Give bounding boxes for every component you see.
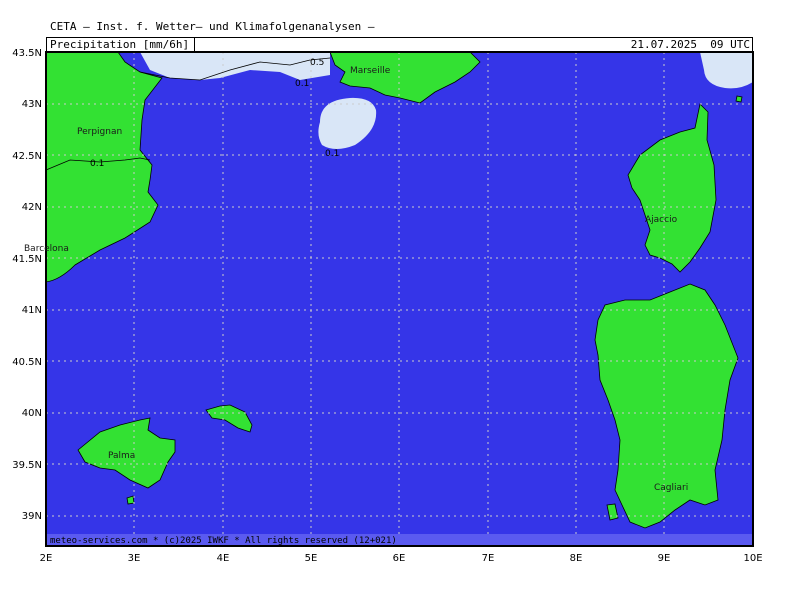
lat-tick-label: 41.5N xyxy=(12,254,42,265)
footer-copyright: meteo-services.com * (c)2025 IWKF * All … xyxy=(50,536,397,546)
lat-tick-label: 42.5N xyxy=(12,151,42,162)
lon-tick-labels: 2E 3E 4E 5E 6E 7E 8E 9E 10E xyxy=(40,553,763,564)
isoline-label: 0.1 xyxy=(295,79,309,89)
lon-tick-label: 6E xyxy=(393,553,406,564)
lat-tick-label: 41N xyxy=(22,305,42,316)
city-label-perpignan: Perpignan xyxy=(77,127,122,137)
lat-tick-label: 40N xyxy=(22,408,42,419)
isoline-label: 0.5 xyxy=(310,58,324,68)
lon-tick-label: 10E xyxy=(743,553,762,564)
precipitation-map: meteo-services.com * (c)2025 IWKF * All … xyxy=(12,48,763,564)
lon-tick-label: 4E xyxy=(217,553,230,564)
lat-tick-label: 43.5N xyxy=(12,48,42,59)
lon-tick-label: 2E xyxy=(40,553,53,564)
lat-tick-label: 40.5N xyxy=(12,357,42,368)
lat-tick-label: 39N xyxy=(22,511,42,522)
lat-tick-label: 39.5N xyxy=(12,460,42,471)
city-label-ajaccio: Ajaccio xyxy=(645,215,678,225)
lon-tick-label: 9E xyxy=(658,553,671,564)
isoline-label: 0.1 xyxy=(90,159,104,169)
lon-tick-label: 3E xyxy=(128,553,141,564)
lat-tick-labels: 43.5N 43N 42.5N 42N 41.5N 41N 40.5N 40N … xyxy=(12,48,42,522)
land-islet-ne xyxy=(735,95,743,103)
city-label-barcelona: Barcelona xyxy=(24,244,69,254)
city-label-palma: Palma xyxy=(108,451,135,461)
lat-tick-label: 43N xyxy=(22,99,42,110)
lon-tick-label: 5E xyxy=(305,553,318,564)
lon-tick-label: 7E xyxy=(482,553,495,564)
city-label-cagliari: Cagliari xyxy=(654,483,688,493)
lat-tick-label: 42N xyxy=(22,202,42,213)
lon-tick-label: 8E xyxy=(570,553,583,564)
city-label-marseille: Marseille xyxy=(350,66,391,76)
isoline-label: 0.1 xyxy=(325,149,339,159)
